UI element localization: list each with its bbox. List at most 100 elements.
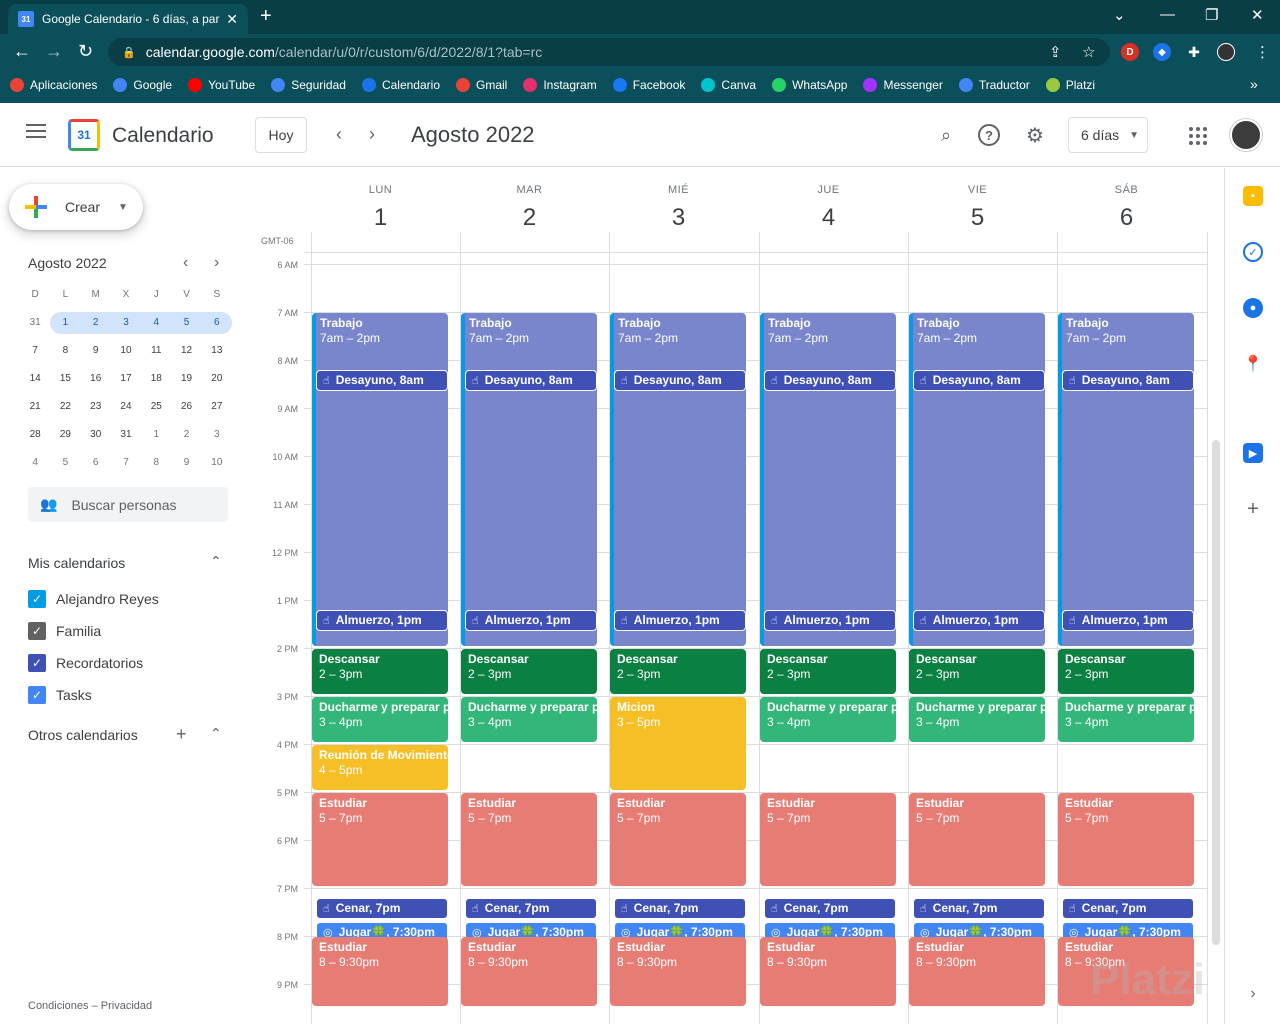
calendar-item[interactable]: ✓ Familia — [28, 622, 101, 640]
mini-day[interactable]: 5 — [171, 312, 202, 334]
expand-panel-icon[interactable]: › — [1243, 984, 1263, 1004]
event-desayuno[interactable]: ☝ Desayuno, 8am — [764, 369, 896, 391]
mini-day[interactable]: 18 — [141, 368, 171, 390]
mini-day[interactable]: 4 — [20, 452, 50, 474]
mini-day[interactable]: 7 — [111, 452, 141, 474]
bookmark-seguridad[interactable]: Seguridad — [271, 78, 346, 92]
event-desayuno[interactable]: ☝ Desayuno, 8am — [614, 369, 746, 391]
maps-icon[interactable]: 📍 — [1243, 354, 1263, 374]
day-number[interactable]: 3 — [604, 204, 753, 232]
calendar-item[interactable]: ✓ Recordatorios — [28, 654, 143, 672]
event-micion[interactable]: Micion 3 – 5pm — [610, 697, 746, 790]
checkbox-checked-icon[interactable]: ✓ — [28, 622, 46, 640]
event-ducharme[interactable]: Ducharme y preparar pa 3 – 4pm — [1058, 697, 1194, 742]
tab-search-icon[interactable]: ⌄ — [1113, 6, 1126, 24]
help-icon[interactable]: ? — [978, 124, 1000, 146]
day-number[interactable]: 6 — [1052, 204, 1201, 232]
event-almuerzo[interactable]: ☝ Almuerzo, 1pm — [1062, 609, 1194, 631]
mini-day[interactable]: 6 — [201, 312, 232, 334]
mini-day[interactable]: 1 — [141, 424, 171, 446]
zoom-icon[interactable]: ▶ — [1243, 443, 1263, 463]
event-descansar[interactable]: Descansar 2 – 3pm — [312, 649, 448, 694]
tasks-icon[interactable]: ✓ — [1243, 242, 1263, 262]
mini-day[interactable]: 2 — [171, 424, 201, 446]
close-window-icon[interactable]: ✕ — [1251, 6, 1264, 24]
account-avatar[interactable] — [1230, 119, 1262, 151]
create-button[interactable]: Crear ▼ — [9, 184, 143, 230]
mini-day[interactable]: 3 — [202, 424, 232, 446]
day-header[interactable]: SÁB 6 — [1052, 184, 1201, 232]
event-trabajo[interactable]: Trabajo 7am – 2pm — [610, 313, 746, 646]
day-number[interactable]: 2 — [455, 204, 604, 232]
event-estudiar1[interactable]: Estudiar 5 – 7pm — [461, 793, 597, 886]
event-ducharme[interactable]: Ducharme y preparar pa 3 – 4pm — [760, 697, 896, 742]
mini-day[interactable]: 11 — [141, 340, 171, 362]
day-header[interactable]: LUN 1 — [306, 184, 455, 232]
mini-day[interactable]: 29 — [50, 424, 80, 446]
restore-icon[interactable]: ❐ — [1205, 6, 1218, 24]
other-calendars-title[interactable]: Otros calendarios — [28, 727, 138, 743]
extension-d-icon[interactable]: D — [1121, 43, 1139, 61]
event-almuerzo[interactable]: ☝ Almuerzo, 1pm — [316, 609, 448, 631]
bookmark-messenger[interactable]: Messenger — [863, 78, 943, 92]
bookmark-gmail[interactable]: Gmail — [456, 78, 507, 92]
event-descansar[interactable]: Descansar 2 – 3pm — [610, 649, 746, 694]
checkbox-checked-icon[interactable]: ✓ — [28, 686, 46, 704]
day-number[interactable]: 5 — [903, 204, 1052, 232]
mini-day[interactable]: 23 — [81, 396, 111, 418]
mini-day[interactable]: 4 — [141, 312, 172, 334]
event-trabajo[interactable]: Trabajo 7am – 2pm — [1058, 313, 1194, 646]
mini-day[interactable]: 3 — [110, 312, 142, 334]
more-bookmarks-icon[interactable]: » — [1250, 76, 1258, 92]
bookmark-calendario[interactable]: Calendario — [361, 78, 440, 92]
previous-period-icon[interactable]: ‹ — [336, 124, 342, 145]
my-calendars-title[interactable]: Mis calendarios — [28, 555, 125, 571]
event-trabajo[interactable]: Trabajo 7am – 2pm — [760, 313, 896, 646]
event-cenar[interactable]: ☝ Cenar, 7pm — [614, 897, 746, 919]
event-cenar[interactable]: ☝ Cenar, 7pm — [1062, 897, 1194, 919]
calendar-item[interactable]: ✓ Alejandro Reyes — [28, 590, 159, 608]
mini-day[interactable]: 7 — [20, 340, 50, 362]
mini-day[interactable]: 24 — [111, 396, 141, 418]
view-selector[interactable]: 6 días ▼ — [1068, 117, 1148, 153]
mini-day[interactable]: 31 — [20, 312, 50, 334]
event-trabajo[interactable]: Trabajo 7am – 2pm — [909, 313, 1045, 646]
main-menu-icon[interactable] — [26, 124, 46, 142]
mini-day[interactable]: 9 — [81, 340, 111, 362]
bookmark-youtube[interactable]: YouTube — [188, 78, 255, 92]
address-bar[interactable]: 🔒 calendar.google.com/calendar/u/0/r/cus… — [108, 38, 1110, 66]
event-estudiar1[interactable]: Estudiar 5 – 7pm — [1058, 793, 1194, 886]
event-estudiar2[interactable]: Estudiar 8 – 9:30pm — [610, 937, 746, 1006]
event-estudiar1[interactable]: Estudiar 5 – 7pm — [610, 793, 746, 886]
checkbox-checked-icon[interactable]: ✓ — [28, 654, 46, 672]
mini-day[interactable]: 17 — [111, 368, 141, 390]
day-number[interactable]: 4 — [754, 204, 903, 232]
back-icon[interactable]: ← — [13, 42, 31, 60]
event-estudiar1[interactable]: Estudiar 5 – 7pm — [312, 793, 448, 886]
profile-avatar-icon[interactable] — [1217, 43, 1235, 61]
mini-day[interactable]: 19 — [171, 368, 201, 390]
extensions-puzzle-icon[interactable]: ✚ — [1185, 43, 1203, 61]
mini-day[interactable]: 20 — [202, 368, 232, 390]
chrome-menu-icon[interactable]: ⋮ — [1255, 43, 1270, 61]
event-almuerzo[interactable]: ☝ Almuerzo, 1pm — [465, 609, 597, 631]
mini-day[interactable]: 8 — [141, 452, 171, 474]
bookmark-google[interactable]: Google — [113, 78, 172, 92]
event-descansar[interactable]: Descansar 2 – 3pm — [760, 649, 896, 694]
mini-day[interactable]: 30 — [81, 424, 111, 446]
event-trabajo[interactable]: Trabajo 7am – 2pm — [461, 313, 597, 646]
event-ducharme[interactable]: Ducharme y preparar pa 3 – 4pm — [312, 697, 448, 742]
mini-day[interactable]: 5 — [50, 452, 80, 474]
mini-day[interactable]: 1 — [50, 312, 81, 334]
mini-day[interactable]: 12 — [171, 340, 201, 362]
mini-day[interactable]: 8 — [50, 340, 80, 362]
share-icon[interactable]: ⇪ — [1049, 43, 1062, 61]
mini-day[interactable]: 31 — [111, 424, 141, 446]
mini-day[interactable]: 10 — [202, 452, 232, 474]
event-estudiar2[interactable]: Estudiar 8 – 9:30pm — [760, 937, 896, 1006]
mini-day[interactable]: 13 — [202, 340, 232, 362]
reload-icon[interactable]: ↻ — [78, 42, 93, 60]
mini-day[interactable]: 22 — [50, 396, 80, 418]
bookmark-canva[interactable]: Canva — [701, 78, 756, 92]
grid-scrollbar[interactable] — [1212, 440, 1220, 945]
